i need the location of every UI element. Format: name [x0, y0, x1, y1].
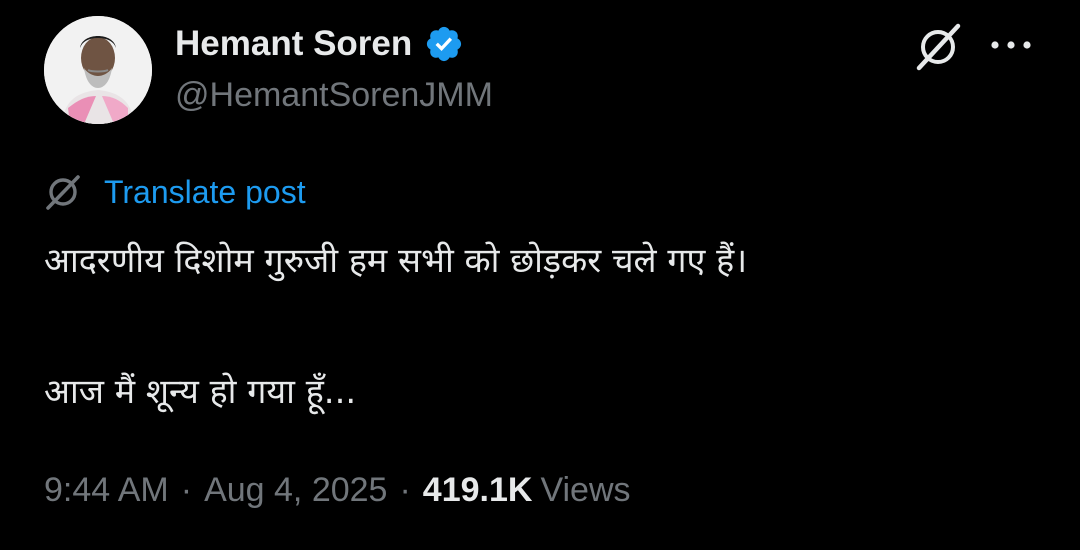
display-name-row: Hemant Soren — [175, 22, 464, 66]
post-text-line-2: आज मैं शून्य हो गया हूँ... — [44, 372, 357, 412]
grok-slash-icon — [46, 175, 80, 210]
verified-badge-icon[interactable] — [424, 24, 464, 64]
user-handle[interactable]: @HemantSorenJMM — [175, 74, 493, 116]
meta-separator: · — [180, 471, 193, 509]
views-count[interactable]: 419.1K — [423, 466, 533, 514]
display-name[interactable]: Hemant Soren — [175, 22, 412, 66]
meta-separator: · — [399, 471, 411, 509]
views-label: Views — [540, 471, 631, 509]
translate-post-label[interactable]: Translate post — [104, 170, 306, 214]
post-text-line-1: आदरणीय दिशोम गुरुजी हम सभी को छोड़कर चले… — [44, 241, 748, 281]
post-meta: 9:44 AM · Aug 4, 2025 · 419.1K Views — [44, 466, 631, 514]
post-date[interactable]: Aug 4, 2025 — [204, 466, 387, 514]
translate-post-link[interactable]: Translate post — [44, 170, 306, 214]
more-horizontal-icon[interactable] — [988, 33, 1034, 57]
post-time[interactable]: 9:44 AM — [44, 466, 169, 514]
avatar-image — [44, 16, 152, 124]
avatar[interactable] — [44, 16, 152, 124]
grok-slash-icon[interactable] — [913, 22, 963, 72]
